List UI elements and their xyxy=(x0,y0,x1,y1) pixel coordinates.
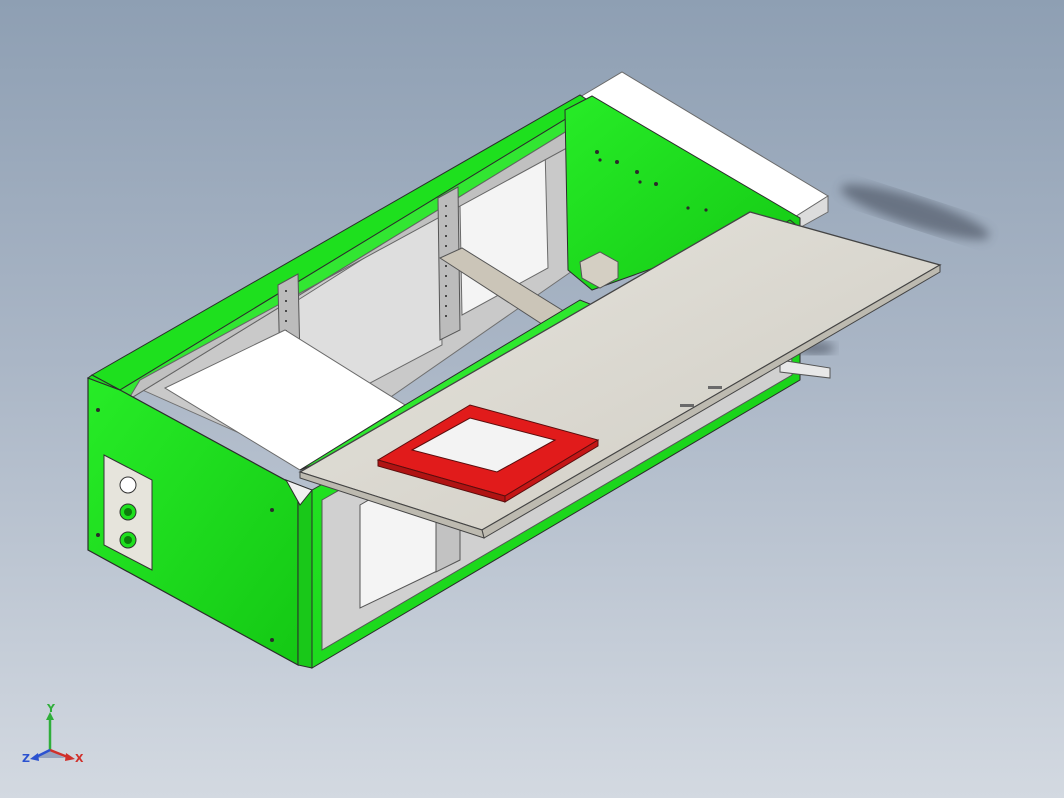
x-axis-label: X xyxy=(75,752,84,765)
enclosure-model[interactable] xyxy=(0,0,1064,798)
orientation-triad: Y X Z xyxy=(22,702,84,765)
z-axis-arrow xyxy=(30,753,39,761)
z-axis-label: Z xyxy=(22,752,30,765)
cad-viewport[interactable]: Y X Z xyxy=(0,0,1064,798)
y-axis-label: Y xyxy=(46,702,56,715)
x-axis-arrow xyxy=(65,753,75,761)
